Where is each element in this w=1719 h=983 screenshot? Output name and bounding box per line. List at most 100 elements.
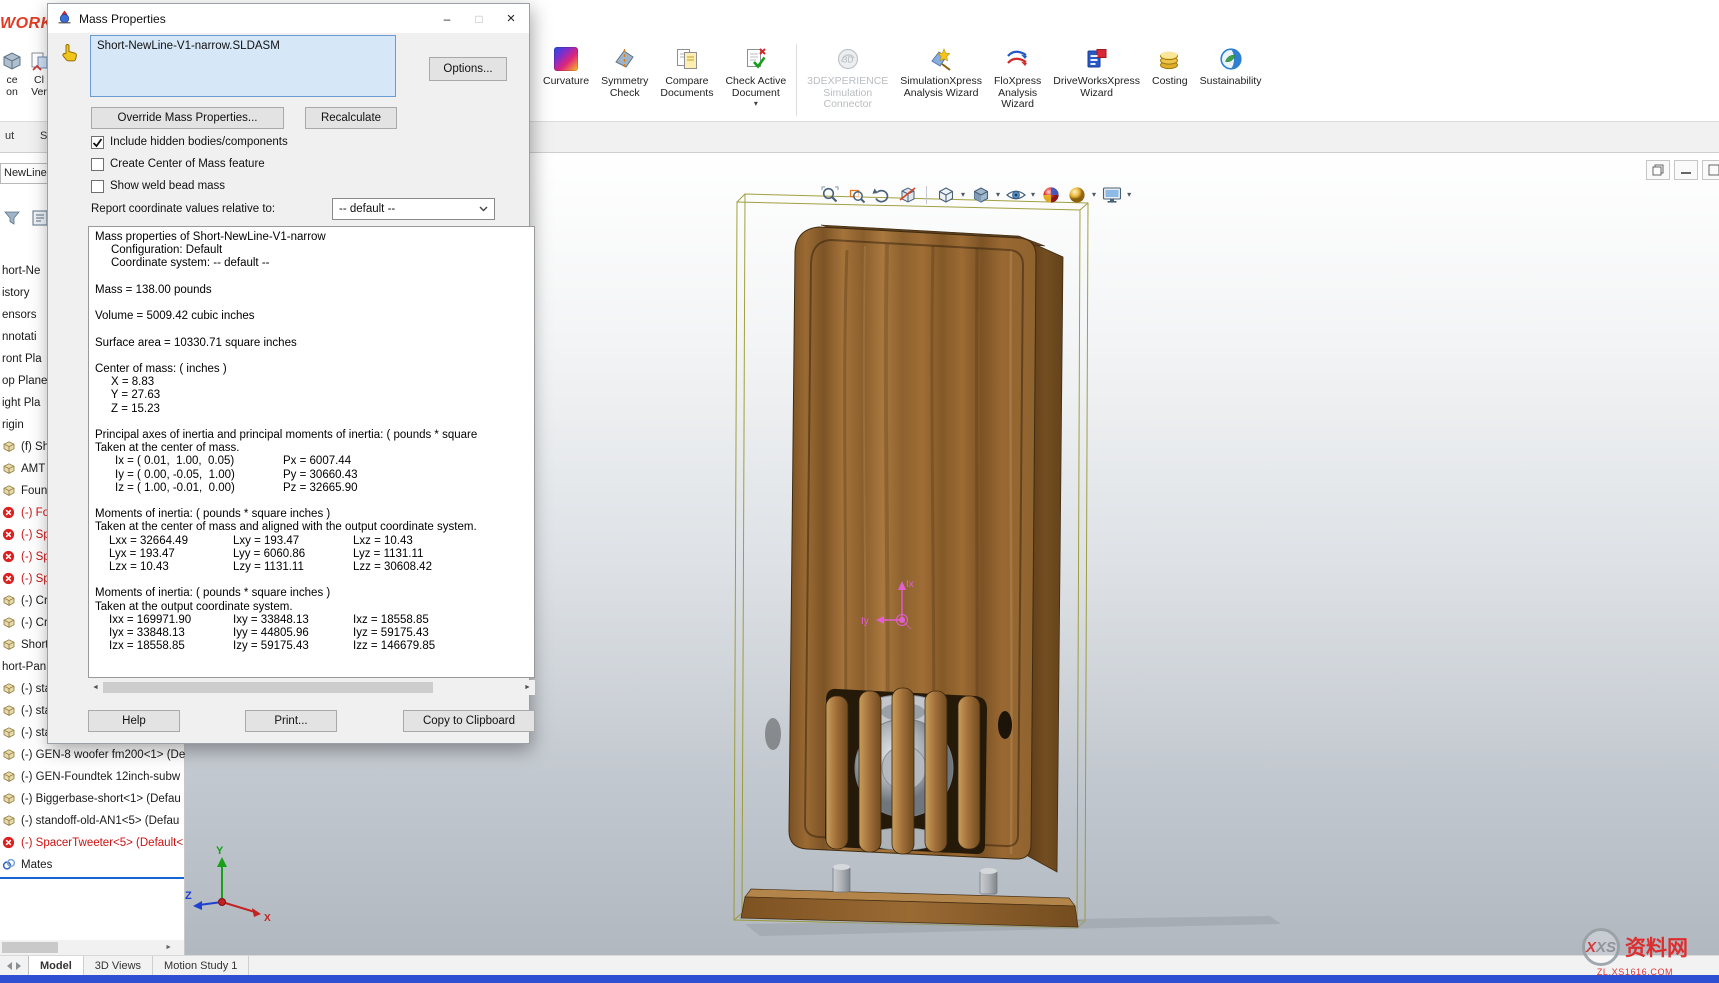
scrollbar-right-arrow-icon[interactable]: ► [520,684,535,691]
view-settings-icon[interactable] [1100,183,1123,206]
print-button[interactable]: Print... [245,710,337,732]
help-button[interactable]: Help [88,710,180,732]
tree-item-label: (-) Sp [21,551,50,563]
options-button[interactable]: Options... [429,57,507,81]
checkbox-label: Include hidden bodies/components [110,136,288,148]
display-style-icon[interactable] [969,183,992,206]
zoom-fit-icon[interactable] [818,183,841,206]
dialog-title-bar[interactable]: Mass Properties – □ × [48,4,529,33]
results-line: Taken at the center of mass and aligned … [95,521,534,534]
commandmanager-tab-fragment[interactable]: ut [5,130,14,142]
red-x-icon [2,528,18,542]
copy-to-clipboard-button[interactable]: Copy to Clipboard [403,710,535,732]
selected-item-field[interactable]: Short-NewLine-V1-narrow.SLDASM [90,35,396,97]
mass-properties-results[interactable]: Mass properties of Short-NewLine-V1-narr… [88,226,535,678]
tab-scroll-icons[interactable] [0,956,28,975]
tab-model[interactable]: Model [28,956,84,975]
tree-item[interactable]: (-) GEN-8 woofer fm200<1> (De [0,744,184,766]
tree-item-label: (-) Fo [21,507,49,519]
tree-splitter[interactable] [0,877,184,879]
viewport-maximize-icon[interactable] [1702,160,1719,180]
tree-horizontal-scrollbar[interactable]: ► [0,940,184,955]
tree-item-label: (-) standoff-old-AN1<5> (Defau [21,815,179,827]
toolbar-button-costing[interactable]: Costing [1146,42,1194,90]
taskbar-strip[interactable] [0,975,1719,983]
tree-filter-icon[interactable] [3,209,21,232]
tree-item-label: nnotati [2,331,37,343]
recalculate-button[interactable]: Recalculate [305,107,397,129]
viewport-restore-icon[interactable] [1646,160,1670,180]
scrollbar-thumb[interactable] [103,682,433,693]
toolbar-fragment-1[interactable]: ce on [0,48,24,98]
checkbox-box[interactable] [91,158,104,171]
tree-item[interactable]: (-) GEN-Foundtek 12inch-subw [0,766,184,788]
checkbox-box[interactable] [91,180,104,193]
mass-properties-dialog[interactable]: Mass Properties – □ × Short-NewLine-V1-n… [47,3,530,744]
dropdown-caret-icon[interactable]: ▾ [1127,190,1131,199]
override-mass-properties-button[interactable]: Override Mass Properties... [91,107,284,129]
scrollbar-left-arrow-icon[interactable]: ◄ [88,684,103,691]
minimize-button[interactable]: – [431,7,463,31]
toolbar-button-simulationxpress-analysis-wizard[interactable]: SimulationXpressAnalysis Wizard [894,42,988,101]
watermark-url: ZL.XS1616.COM [1582,967,1688,977]
toolbar-button-curvature[interactable]: Curvature [537,42,595,90]
toolbar-button-compare-documents[interactable]: CompareDocuments [654,42,719,101]
dialog-checkbox[interactable]: Create Center of Mass feature [91,153,288,175]
dropdown-caret-icon[interactable]: ▾ [961,190,965,199]
part-icon [2,770,18,784]
coordinate-system-dropdown[interactable]: -- default -- [332,198,495,220]
dropdown-caret-icon[interactable]: ▾ [754,100,758,108]
report-coordinate-label: Report coordinate values relative to: [91,203,275,215]
solidworks-window: WORKS ce on Cl Ver CurvatureSymmetryChec… [0,0,1719,983]
viewport-window-icons [1646,160,1719,180]
toolbar-button-label: Costing [1152,76,1188,88]
view-orientation-icon[interactable] [934,183,957,206]
tab-motion-study-1[interactable]: Motion Study 1 [153,956,249,975]
toolbar-button-symmetry-check[interactable]: SymmetryCheck [595,42,654,101]
dropdown-caret-icon[interactable]: ▾ [1031,190,1035,199]
dialog-checkbox[interactable]: Show weld bead mass [91,175,288,197]
results-line [95,323,534,336]
results-horizontal-scrollbar[interactable]: ◄ ► [88,680,535,695]
hide-show-items-icon[interactable] [1004,183,1027,206]
scrollbar-thumb[interactable] [2,942,58,953]
status-bar: Model3D ViewsMotion Study 1 [0,955,1719,975]
toolbar-button-floxpress-analysis-wizard[interactable]: FloXpressAnalysisWizard [988,42,1047,113]
toolbar-button-sustainability[interactable]: Sustainability [1194,42,1268,90]
tree-item[interactable]: (-) SpacerTweeter<5> (Default< [0,832,184,854]
close-button[interactable]: × [495,7,527,31]
section-view-icon[interactable] [896,183,919,206]
checkbox-box[interactable] [91,136,104,149]
red-x-icon [2,550,18,564]
tree-item-label: (-) GEN-Foundtek 12inch-subw [21,771,180,783]
tree-item-label: ront Pla [2,353,42,365]
previous-view-icon[interactable] [870,183,893,206]
tree-item[interactable]: (-) standoff-old-AN1<5> (Defau [0,810,184,832]
tree-item[interactable]: (-) Biggerbase-short<1> (Defau [0,788,184,810]
dropdown-caret-icon[interactable]: ▾ [1092,190,1096,199]
maximize-button[interactable]: □ [463,7,495,31]
dropdown-caret-icon[interactable]: ▾ [996,190,1000,199]
part-icon [2,594,18,608]
viewport-minimize-icon[interactable] [1674,160,1698,180]
results-line [95,495,534,508]
apply-scene-icon[interactable] [1065,183,1088,206]
zoom-area-icon[interactable] [844,183,867,206]
toolbar-fragment-text: on [0,86,24,98]
part-icon [2,726,18,740]
tree-item-label: (-) Cr [21,617,48,629]
part-icon [2,792,18,806]
part-icon [2,616,18,630]
results-line: Mass properties of Short-NewLine-V1-narr… [95,231,534,244]
dialog-checkbox[interactable]: Include hidden bodies/components [91,131,288,153]
tab-3d-views[interactable]: 3D Views [84,956,153,975]
tree-item-label: ight Pla [2,397,40,409]
edit-appearance-icon[interactable] [1039,183,1062,206]
part-icon [2,682,18,696]
tree-item[interactable]: Mates [0,854,184,876]
toolbar-button-driveworksxpress-wizard[interactable]: DriveWorksXpressWizard [1047,42,1146,101]
scrollbar-right-arrow-icon[interactable]: ► [165,944,172,951]
toolbar-button-check-active-document[interactable]: Check ActiveDocument▾ [719,42,792,110]
results-line: Ix = ( 0.01, 1.00, 0.05)Px = 6007.44 [95,455,534,468]
part-icon [2,638,18,652]
